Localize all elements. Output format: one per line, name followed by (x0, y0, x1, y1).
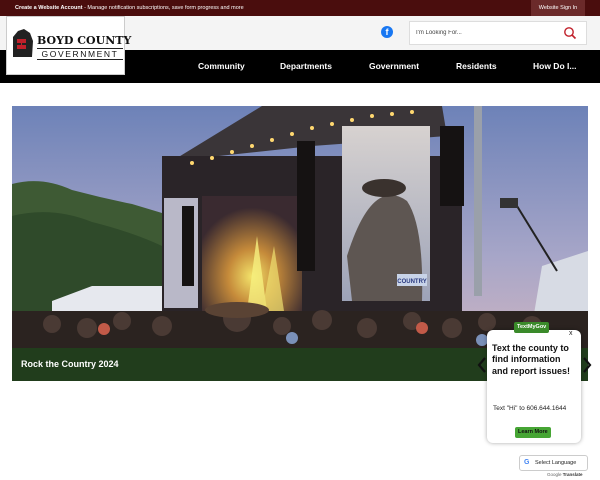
google-icon: G (524, 459, 530, 466)
nav-departments[interactable]: Departments (280, 50, 332, 83)
facebook-icon[interactable]: f (381, 26, 393, 38)
nav-government[interactable]: Government (369, 50, 419, 83)
county-shape-icon (13, 29, 33, 57)
nav-community[interactable]: Community (198, 50, 245, 83)
top-utility-bar: Create a Website Account - Manage notifi… (0, 0, 600, 16)
chevron-right-icon[interactable] (582, 357, 592, 373)
logo-title: BOYD COUNTY (37, 34, 132, 47)
textmygov-heading: Text the county to find information and … (492, 343, 571, 376)
nav-how-do-i[interactable]: How Do I... (533, 50, 576, 83)
chevron-left-icon[interactable] (477, 357, 487, 373)
powered-by-google: Google Translate (547, 472, 583, 477)
account-message-text: - Manage notification subscriptions, sav… (82, 5, 244, 11)
logo-subtitle: GOVERNMENT (37, 48, 123, 60)
translate-link[interactable]: Translate (563, 472, 583, 477)
search-box (409, 21, 587, 45)
nav-residents[interactable]: Residents (456, 50, 497, 83)
account-message: Create a Website Account - Manage notifi… (15, 5, 244, 11)
textmygov-badge: TextMyGov (514, 322, 550, 333)
learn-more-button[interactable]: Learn More (515, 427, 551, 438)
select-language-dropdown[interactable]: G Select Language (519, 455, 588, 471)
textmygov-widget: TextMyGov x Text the county to find info… (487, 322, 581, 443)
slide-caption[interactable]: Rock the Country 2024 (21, 359, 119, 369)
select-language-label: Select Language (535, 460, 577, 466)
powered-by-google-label: Google (547, 472, 562, 477)
search-input[interactable] (416, 27, 556, 39)
sign-in-button[interactable]: Website Sign In (531, 0, 585, 16)
close-icon[interactable]: x (569, 330, 573, 337)
screen-banner-text: COUNTRY (397, 279, 426, 285)
site-logo[interactable]: BOYD COUNTY GOVERNMENT (6, 16, 131, 75)
create-account-link[interactable]: Create a Website Account (15, 5, 83, 11)
textmygov-body: Text "Hi" to 606.644.1644 (493, 405, 567, 412)
search-icon[interactable] (563, 26, 577, 40)
